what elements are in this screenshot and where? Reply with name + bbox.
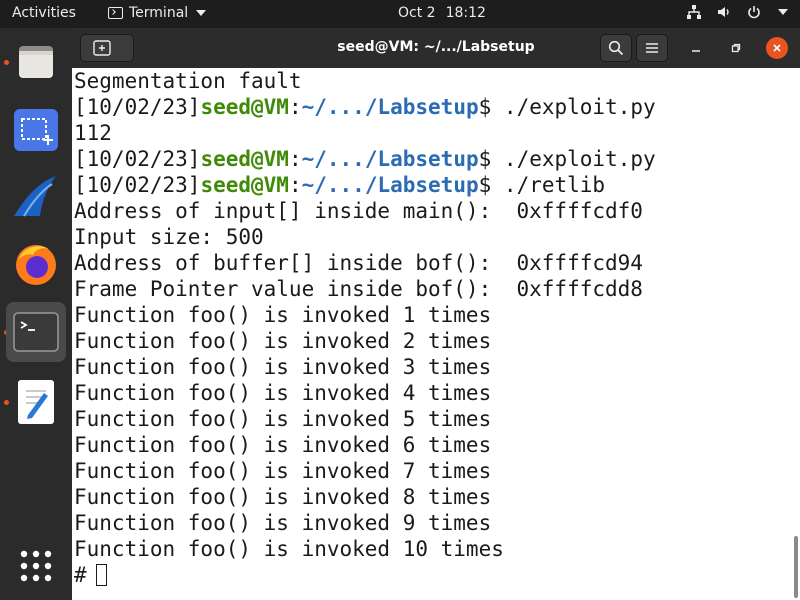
dock-item-terminal[interactable]	[6, 302, 66, 362]
output-line: Function foo() is invoked 7 times	[74, 458, 656, 484]
output-line: Frame Pointer value inside bof(): 0xffff…	[74, 276, 656, 302]
system-menu-chevron-icon[interactable]	[778, 9, 788, 15]
prompt-user: seed@VM	[200, 173, 289, 197]
search-button[interactable]	[600, 34, 632, 62]
command-text: ./retlib	[503, 173, 606, 197]
prompt-date: [10/02/23]	[74, 147, 201, 171]
minimize-button[interactable]	[686, 38, 706, 58]
app-grid-icon	[20, 550, 52, 582]
text-editor-icon	[18, 380, 54, 424]
search-icon	[608, 40, 624, 56]
output-text: Function foo() is invoked 3 times	[74, 355, 492, 379]
prompt-dollar: $	[478, 173, 504, 197]
chevron-down-icon	[196, 10, 207, 16]
app-menu[interactable]: Terminal	[108, 5, 207, 21]
output-line: Function foo() is invoked 6 times	[74, 432, 656, 458]
output-line: Function foo() is invoked 10 times	[74, 536, 656, 562]
activities-button[interactable]: Activities	[12, 5, 76, 21]
output-text: Function foo() is invoked 5 times	[74, 407, 492, 431]
output-text: Address of input[] inside main(): 0xffff…	[74, 199, 643, 223]
root-prompt: #	[74, 563, 87, 587]
prompt-colon: :	[288, 95, 302, 119]
prompt-dollar: $	[478, 95, 504, 119]
show-applications-button[interactable]	[6, 536, 66, 596]
minimize-icon	[692, 50, 700, 52]
top-bar: Activities Terminal Oct 2 18:12	[0, 0, 800, 28]
prompt-colon: :	[288, 173, 302, 197]
dock-item-wireshark[interactable]	[6, 166, 66, 226]
command-text: ./exploit.py	[503, 95, 656, 119]
menu-button[interactable]	[636, 34, 668, 62]
dock	[0, 28, 72, 600]
prompt-user: seed@VM	[200, 95, 289, 119]
output-text: Function foo() is invoked 7 times	[74, 459, 492, 483]
root-prompt-line[interactable]: #	[74, 562, 656, 588]
output-line: Input size: 500	[74, 224, 656, 250]
dock-item-screenshot[interactable]	[6, 100, 66, 160]
firefox-icon	[16, 245, 56, 285]
output-line: Function foo() is invoked 5 times	[74, 406, 656, 432]
volume-icon[interactable]	[716, 4, 732, 20]
dock-item-text-editor[interactable]	[6, 372, 66, 432]
dock-item-files[interactable]	[6, 32, 66, 92]
output-text: Frame Pointer value inside bof(): 0xffff…	[74, 277, 643, 301]
maximize-button[interactable]	[726, 38, 746, 58]
output-text: Function foo() is invoked 10 times	[74, 537, 504, 561]
terminal-icon	[13, 312, 59, 352]
clock-time: 18:12	[445, 5, 486, 21]
output-line: Segmentation fault	[74, 68, 656, 94]
command-text: ./exploit.py	[503, 147, 656, 171]
terminal-output: Segmentation fault [10/02/23]seed@VM:~/..…	[74, 68, 656, 588]
dock-item-firefox[interactable]	[6, 234, 66, 294]
clock-date: Oct 2	[398, 5, 436, 21]
output-line: Address of input[] inside main(): 0xffff…	[74, 198, 656, 224]
output-text: 112	[74, 121, 112, 145]
prompt-path: ~/.../Labsetup	[301, 95, 479, 119]
prompt-dollar: $	[478, 147, 504, 171]
prompt-line: [10/02/23]seed@VM:~/.../Labsetup$ ./expl…	[74, 94, 656, 120]
prompt-user: seed@VM	[200, 147, 289, 171]
output-line: Function foo() is invoked 3 times	[74, 354, 656, 380]
text-cursor	[95, 564, 107, 586]
screenshot-icon	[14, 109, 58, 151]
output-line: Function foo() is invoked 8 times	[74, 484, 656, 510]
prompt-path: ~/.../Labsetup	[301, 173, 479, 197]
output-line: Function foo() is invoked 1 times	[74, 302, 656, 328]
folder-icon	[19, 46, 53, 78]
output-text: Segmentation fault	[74, 69, 302, 93]
output-line: 112	[74, 120, 656, 146]
terminal-scrollbar[interactable]	[794, 536, 798, 598]
output-line: Function foo() is invoked 4 times	[74, 380, 656, 406]
clock[interactable]: Oct 2 18:12	[398, 5, 486, 21]
close-icon	[773, 44, 781, 52]
power-icon[interactable]	[746, 4, 762, 20]
prompt-date: [10/02/23]	[74, 173, 201, 197]
prompt-line: [10/02/23]seed@VM:~/.../Labsetup$ ./expl…	[74, 146, 656, 172]
prompt-colon: :	[288, 147, 302, 171]
output-text: Address of buffer[] inside bof(): 0xffff…	[74, 251, 643, 275]
close-button[interactable]	[766, 37, 788, 59]
wireshark-icon	[14, 176, 56, 217]
window-header: seed@VM: ~/.../Labsetup	[72, 28, 800, 68]
app-menu-label: Terminal	[129, 5, 189, 21]
output-text: Input size: 500	[74, 225, 264, 249]
terminal-view[interactable]: Segmentation fault [10/02/23]seed@VM:~/..…	[72, 68, 800, 600]
network-icon[interactable]	[686, 4, 702, 20]
output-text: Function foo() is invoked 4 times	[74, 381, 492, 405]
prompt-date: [10/02/23]	[74, 95, 201, 119]
output-text: Function foo() is invoked 2 times	[74, 329, 492, 353]
output-text: Function foo() is invoked 1 times	[74, 303, 492, 327]
system-tray[interactable]	[686, 4, 788, 20]
hamburger-menu-icon	[646, 43, 658, 53]
terminal-icon	[108, 7, 123, 19]
output-line: Function foo() is invoked 2 times	[74, 328, 656, 354]
output-text: Function foo() is invoked 6 times	[74, 433, 492, 457]
output-line: Address of buffer[] inside bof(): 0xffff…	[74, 250, 656, 276]
output-text: Function foo() is invoked 9 times	[74, 511, 492, 535]
prompt-line: [10/02/23]seed@VM:~/.../Labsetup$ ./retl…	[74, 172, 656, 198]
prompt-path: ~/.../Labsetup	[301, 147, 479, 171]
output-line: Function foo() is invoked 9 times	[74, 510, 656, 536]
restore-icon	[731, 43, 741, 53]
output-text: Function foo() is invoked 8 times	[74, 485, 492, 509]
